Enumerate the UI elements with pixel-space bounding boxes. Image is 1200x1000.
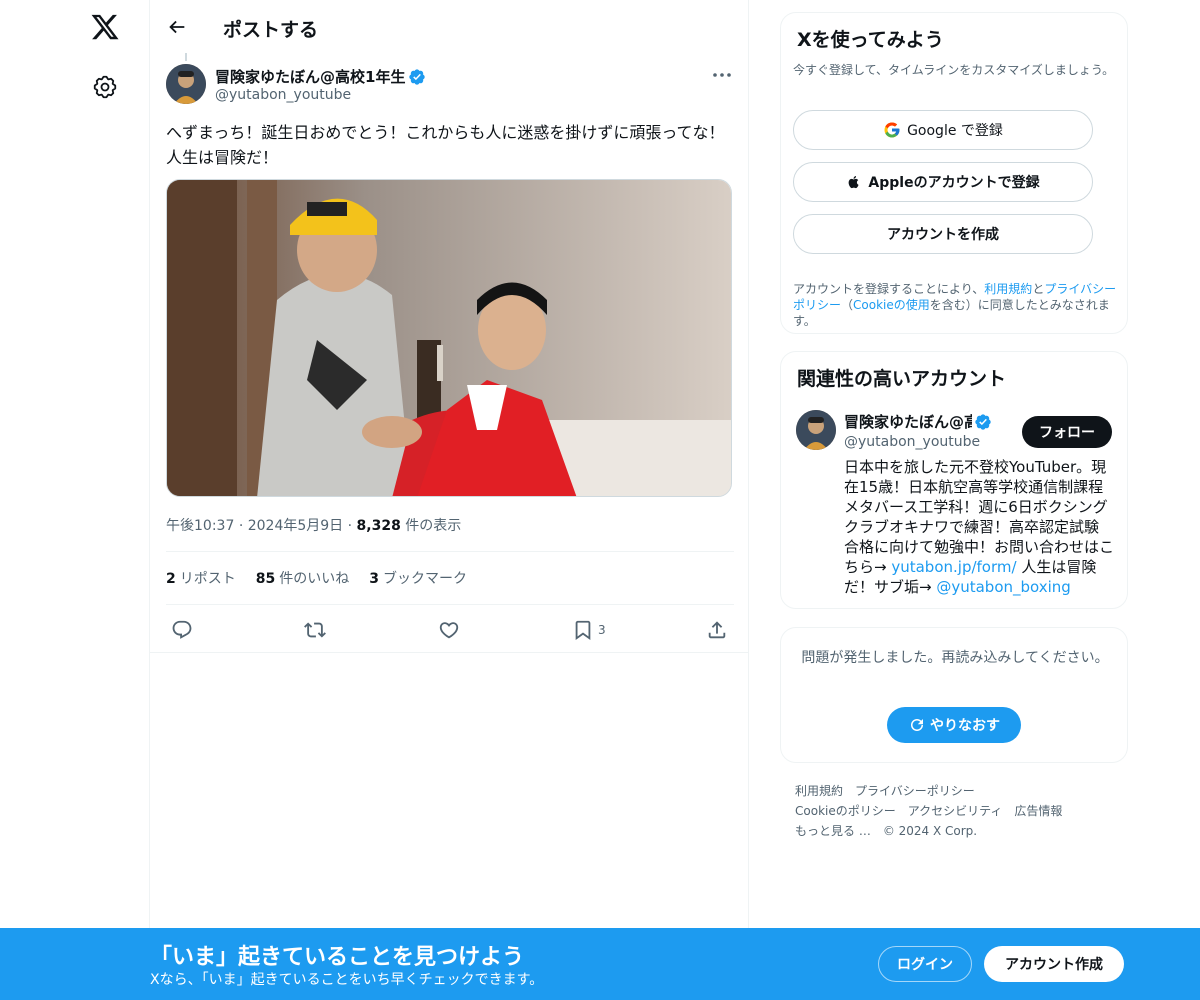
repost-icon — [304, 622, 326, 638]
footer-link-cookie[interactable]: Cookieのポリシー — [795, 804, 896, 818]
main-column: ポストする 冒険家ゆたぼん@高校1年生 @yutabon_youtube へずま… — [149, 0, 749, 1000]
footer-link-accessibility[interactable]: アクセシビリティ — [908, 804, 1003, 818]
verified-badge-icon — [975, 413, 991, 430]
footer-link-terms[interactable]: 利用規約 — [795, 784, 843, 798]
create-account-label: アカウントを作成 — [887, 227, 999, 243]
meta-dot: · — [238, 518, 248, 534]
error-message: 問題が発生しました。再読み込みしてください。 — [801, 650, 1109, 666]
bookmark-count: 3 — [598, 623, 606, 637]
google-signup-button[interactable]: Google で登録 — [793, 110, 1093, 150]
share-icon — [708, 621, 726, 639]
repost-button[interactable] — [304, 618, 326, 642]
bookmark-button[interactable]: 3 — [572, 618, 606, 642]
refresh-icon — [911, 719, 923, 731]
signup-card-subtitle: 今すぐ登録して、タイムラインをカスタマイズしましょう。 — [793, 63, 1115, 77]
legal-text-1: アカウントを登録することにより、 — [793, 282, 985, 296]
retry-label: やりなおす — [930, 718, 1000, 734]
tweet-photo-image — [167, 180, 731, 496]
login-button[interactable]: ログイン — [878, 946, 972, 982]
tweet-text: へずまっち！誕生日おめでとう！これからも人に迷惑を掛けずに頑張ってな！人生は冒険… — [166, 123, 725, 167]
footer-link-more[interactable]: もっと見る … — [795, 824, 871, 838]
footer-link-ads[interactable]: 広告情報 — [1014, 804, 1062, 818]
stats-row: 2 リポスト 85 件のいいね 3 ブックマーク — [166, 568, 467, 588]
x-logo-icon[interactable] — [90, 12, 120, 42]
bookmark-icon — [575, 620, 591, 641]
main-header: ポストする — [150, 0, 748, 53]
recommended-bio: 日本中を旅した元不登校YouTuber。現在15歳！日本航空高等学校通信制課程メ… — [844, 457, 1114, 597]
reposts-count: 2 — [166, 571, 176, 587]
thread-line — [185, 53, 187, 61]
reply-button[interactable] — [171, 618, 193, 642]
likes-stat[interactable]: 85 件のいいね — [256, 568, 349, 588]
back-arrow-icon[interactable] — [166, 16, 188, 38]
legal-and: と — [1032, 282, 1045, 296]
related-card-title: 関連性の高いアカウント — [797, 368, 1007, 390]
gear-icon[interactable] — [93, 75, 117, 99]
share-button[interactable] — [706, 618, 728, 642]
author-name[interactable]: 冒険家ゆたぼん@高校1年生 — [215, 66, 426, 87]
apple-icon — [849, 175, 859, 189]
verified-badge-icon — [409, 68, 426, 85]
recommended-name[interactable]: 冒険家ゆたぼん@高校1年生 — [844, 411, 992, 432]
cookie-link[interactable]: Cookieの使用 — [853, 298, 930, 312]
like-button[interactable] — [438, 618, 460, 642]
likes-label: 件のいいね — [279, 571, 350, 587]
footer-copyright: © 2024 X Corp. — [882, 824, 978, 838]
divider — [166, 604, 734, 605]
author-avatar[interactable] — [166, 64, 206, 104]
apple-signup-button[interactable]: Appleのアカウントで登録 — [793, 162, 1093, 202]
tweet-time[interactable]: 午後10:37 — [166, 518, 234, 534]
terms-link[interactable]: 利用規約 — [984, 282, 1032, 296]
heart-icon — [439, 622, 459, 639]
bookmarks-count: 3 — [369, 571, 379, 587]
left-nav — [0, 0, 150, 1000]
bookmarks-stat[interactable]: 3 ブックマーク — [369, 568, 467, 588]
bottom-bar-title: 「いま」起きていることを見つけよう — [150, 945, 525, 970]
reposts-label: リポスト — [179, 571, 236, 587]
bio-link[interactable]: yutabon.jp/form/ — [891, 558, 1016, 576]
likes-count: 85 — [255, 571, 276, 587]
bottom-bar-subtitle: Xなら、「いま」起きていることをいち早くチェックできます。 — [150, 972, 544, 988]
follow-button[interactable]: フォロー — [1022, 416, 1112, 448]
retry-button[interactable]: やりなおす — [887, 707, 1021, 743]
divider — [150, 652, 748, 653]
author-handle[interactable]: @yutabon_youtube — [215, 87, 351, 103]
author-name-text: 冒険家ゆたぼん@高校1年生 — [215, 68, 406, 86]
bookmarks-label: ブックマーク — [382, 571, 467, 587]
recommended-avatar[interactable] — [796, 410, 836, 450]
views-label: 件の表示 — [405, 518, 462, 534]
signup-button[interactable]: アカウント作成 — [984, 946, 1124, 982]
reply-icon — [172, 620, 192, 639]
more-options-icon[interactable] — [710, 68, 734, 82]
tweet-meta: 午後10:37 · 2024年5月9日 · 8,328 件の表示 — [166, 515, 461, 535]
tweet-photo[interactable] — [166, 179, 732, 497]
recommended-name-text: 冒険家ゆたぼん@高校1年生 — [844, 413, 972, 431]
google-icon — [884, 122, 900, 138]
recommended-handle[interactable]: @yutabon_youtube — [844, 434, 980, 450]
divider — [166, 551, 734, 552]
google-signup-label: Google で登録 — [907, 123, 1003, 139]
footer-link-privacy[interactable]: プライバシーポリシー — [855, 784, 975, 798]
create-account-button[interactable]: アカウントを作成 — [793, 214, 1093, 254]
page-title: ポストする — [223, 19, 319, 41]
tweet-date[interactable]: 2024年5月9日 — [248, 518, 343, 534]
meta-dot: · — [347, 518, 357, 534]
signup-card-title: Xを使ってみよう — [797, 29, 944, 51]
footer-links: 利用規約 プライバシーポリシー Cookieのポリシー アクセシビリティ 広告情報 も… — [795, 781, 1125, 841]
signup-card: Xを使ってみよう 今すぐ登録して、タイムラインをカスタマイズしましょう。 Goo… — [780, 12, 1128, 334]
bio-mention-link[interactable]: @yutabon_boxing — [936, 578, 1070, 596]
reposts-stat[interactable]: 2 リポスト — [166, 568, 236, 588]
views-count: 8,328 — [356, 518, 401, 534]
legal-text: アカウントを登録することにより、利用規約とプライバシーポリシー（Cookieの使… — [793, 281, 1119, 329]
apple-signup-label: Appleのアカウントで登録 — [868, 175, 1040, 191]
legal-paren: （ — [841, 298, 854, 312]
